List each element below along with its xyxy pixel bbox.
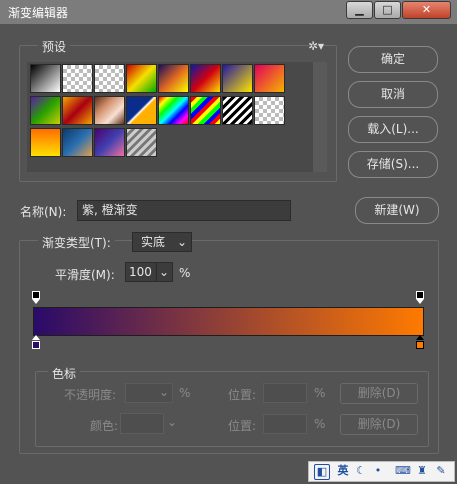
ok-button[interactable]: 确定 [348,46,438,73]
opacity-stop-right[interactable] [416,291,424,299]
preset-swatch[interactable] [94,128,125,157]
chevron-down-icon[interactable]: ⌄ [155,263,169,281]
keyboard-icon[interactable]: ⌨ [395,464,411,478]
opacity-stop-right-pointer [416,299,424,304]
maximize-icon: □ [382,3,393,16]
shirt-icon[interactable]: ♜ [415,464,429,478]
opacity-stop-left-pointer [32,299,40,304]
new-button[interactable]: 新建(W) [355,197,439,224]
moon-icon[interactable]: ☾ [354,464,368,478]
preset-swatch[interactable] [30,64,61,93]
color-location-unit: % [314,417,326,431]
color-location-input[interactable] [263,414,307,434]
window-title: 渐变编辑器 [8,6,69,20]
stops-legend: 色标 [48,365,81,382]
color-stop-left[interactable] [32,341,40,349]
gear-icon[interactable]: ✲▾ [308,39,324,53]
preset-swatch[interactable] [254,96,285,125]
save-button[interactable]: 存储(S)... [348,151,438,178]
preset-swatch[interactable] [190,64,221,93]
preset-swatch[interactable] [126,64,157,93]
minimize-button[interactable]: ▁ [346,1,373,19]
ime-toolbar: ◧ 英 ☾ • ⌨ ♜ ✎ [308,461,455,482]
chevron-down-icon: ⌄ [176,235,187,249]
smoothness-input[interactable]: 100 ⌄ [125,262,173,282]
dot-icon[interactable]: • [371,464,385,478]
preset-swatch[interactable] [94,64,125,93]
language-toggle[interactable]: 英 [335,464,351,478]
gradient-type-select[interactable]: 实底 ⌄ [132,232,192,252]
color-swatch[interactable] [120,413,164,434]
preset-swatch[interactable] [62,128,93,157]
preset-swatch[interactable] [190,96,221,125]
color-stop-right[interactable] [416,341,424,349]
opacity-stop-left[interactable] [32,291,40,299]
color-stop-right-pointer [416,335,424,340]
ime-logo-icon[interactable]: ◧ [314,464,330,480]
load-button[interactable]: 载入(L)... [348,116,438,143]
cancel-button[interactable]: 取消 [348,81,438,108]
preset-swatch[interactable] [62,96,93,125]
color-label: 颜色: [90,419,119,433]
color-delete-button[interactable]: 删除(D) [340,414,418,435]
preset-swatch[interactable] [158,64,189,93]
smoothness-label: 平滑度(M): [55,268,115,282]
preset-swatch[interactable] [126,128,157,157]
preset-swatch[interactable] [158,96,189,125]
preset-swatch[interactable] [62,64,93,93]
preset-swatch[interactable] [222,64,253,93]
chevron-down-icon: ⌄ [167,415,178,429]
preset-swatch[interactable] [94,96,125,125]
opacity-location-label: 位置: [228,388,257,402]
smoothness-value: 100 [129,265,152,279]
gradient-type-label: 渐变类型(T): [38,234,115,251]
opacity-label: 不透明度: [64,388,117,402]
presets-scrollbar[interactable] [313,62,327,172]
maximize-button[interactable]: □ [374,1,401,19]
color-location-label: 位置: [228,419,257,433]
opacity-location-unit: % [314,386,326,400]
preset-swatch[interactable] [222,96,253,125]
presets-label: 预设 [38,38,71,55]
name-label: 名称(N): [20,205,67,219]
preset-swatch[interactable] [254,64,285,93]
opacity-delete-button[interactable]: 删除(D) [340,383,418,404]
opacity-unit: % [179,386,191,400]
preset-swatch[interactable] [126,96,157,125]
smoothness-unit: % [179,266,191,280]
preset-swatch[interactable] [30,128,61,157]
opacity-input[interactable]: ⌄ [125,383,173,403]
opacity-location-input[interactable] [263,383,307,403]
minimize-icon: ▁ [355,3,364,16]
presets-grid [27,62,327,172]
color-stop-left-pointer [32,335,40,340]
gradient-preview-bar[interactable] [33,307,424,336]
name-input[interactable]: 紫, 橙渐变 [77,200,291,221]
chevron-down-icon: ⌄ [158,385,169,399]
close-icon: ✕ [421,3,432,16]
preset-swatch[interactable] [30,96,61,125]
gradient-type-value: 实底 [141,235,166,249]
close-button[interactable]: ✕ [402,1,451,19]
wrench-icon[interactable]: ✎ [434,464,448,478]
